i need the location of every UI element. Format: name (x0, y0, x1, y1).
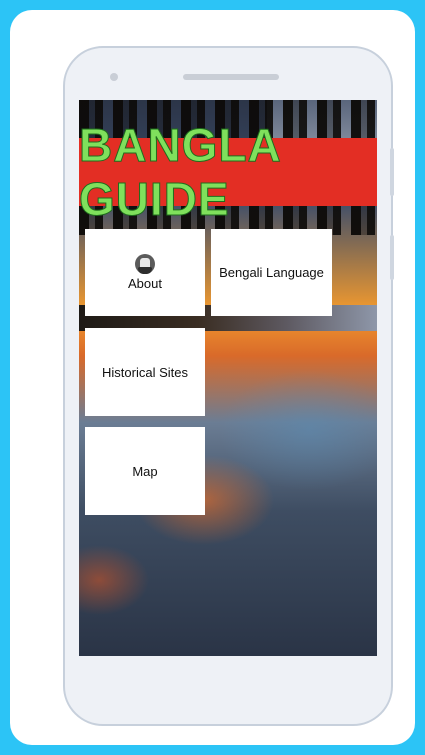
app-screen: BANGLA GUIDE About Bengali Language Hist… (79, 100, 377, 656)
about-button[interactable]: About (85, 229, 205, 316)
map-button[interactable]: Map (85, 427, 205, 515)
app-banner-title: BANGLA GUIDE (79, 119, 377, 226)
about-label: About (128, 276, 162, 291)
phone-side-button (390, 148, 394, 196)
phone-speaker (183, 74, 279, 80)
avatar-icon (135, 254, 155, 274)
bengali-language-label: Bengali Language (219, 265, 324, 280)
phone-camera (110, 73, 118, 81)
historical-sites-label: Historical Sites (102, 364, 188, 380)
phone-side-button (390, 235, 394, 280)
map-label: Map (132, 463, 158, 479)
historical-sites-button[interactable]: Historical Sites (85, 328, 205, 416)
bengali-language-button[interactable]: Bengali Language (211, 229, 332, 316)
